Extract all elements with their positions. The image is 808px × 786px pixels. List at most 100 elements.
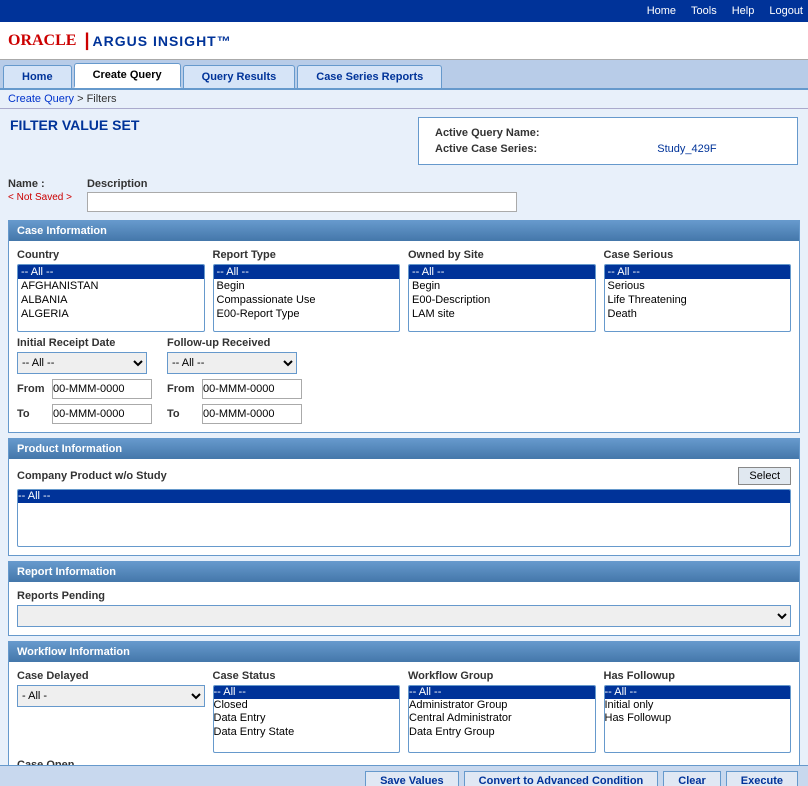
followup-received-label: Follow-up Received	[167, 337, 302, 349]
followup-received-select[interactable]: -- All --	[167, 352, 297, 374]
product-header-row: Company Product w/o Study Select	[17, 467, 791, 485]
oracle-logo: ORACLE	[8, 32, 76, 50]
report-type-label: Report Type	[213, 249, 401, 261]
tab-home[interactable]: Home	[3, 65, 72, 88]
report-information-body: Reports Pending	[9, 582, 799, 635]
case-status-label: Case Status	[213, 670, 401, 682]
page-title-area: FILTER VALUE SET Active Query Name: Acti…	[0, 109, 808, 173]
followup-from-input[interactable]	[202, 379, 302, 399]
nav-help[interactable]: Help	[732, 5, 755, 17]
case-information-header: Case Information	[9, 221, 799, 241]
reports-pending-label: Reports Pending	[17, 590, 791, 602]
nav-logout[interactable]: Logout	[769, 5, 803, 17]
case-status-listbox[interactable]: -- All -- Closed Data Entry Data Entry S…	[213, 685, 401, 753]
case-status-col: Case Status -- All -- Closed Data Entry …	[213, 670, 401, 753]
followup-to-label: To	[167, 408, 197, 420]
breadcrumb-separator: >	[77, 93, 86, 105]
save-values-button[interactable]: Save Values	[365, 771, 459, 786]
name-field-group: Name : < Not Saved >	[8, 178, 72, 203]
owned-by-site-listbox[interactable]: -- All -- Begin E00-Description LAM site	[408, 264, 596, 332]
product-listbox[interactable]: -- All --	[17, 489, 791, 547]
nav-tools[interactable]: Tools	[691, 5, 717, 17]
active-query-box: Active Query Name: Active Case Series: S…	[418, 117, 798, 165]
has-followup-listbox[interactable]: -- All -- Initial only Has Followup	[604, 685, 792, 753]
workflow-information-body: Case Delayed - All - Case Status -- All …	[9, 662, 799, 765]
owned-by-site-col: Owned by Site -- All -- Begin E00-Descri…	[408, 249, 596, 332]
case-serious-listbox[interactable]: -- All -- Serious Life Threatening Death	[604, 264, 792, 332]
tab-query-results[interactable]: Query Results	[183, 65, 296, 88]
top-navigation: Home Tools Help Logout	[0, 0, 808, 22]
initial-receipt-from-input[interactable]	[52, 379, 152, 399]
breadcrumb-current: Filters	[87, 93, 117, 105]
initial-receipt-date-select[interactable]: -- All --	[17, 352, 147, 374]
active-query-name-label: Active Query Name:	[431, 126, 651, 140]
initial-receipt-from-label: From	[17, 383, 47, 395]
followup-from-label: From	[167, 383, 197, 395]
active-query-name-value	[653, 126, 785, 140]
breadcrumb: Create Query > Filters	[0, 90, 808, 109]
case-delayed-select[interactable]: - All -	[17, 685, 205, 707]
country-label: Country	[17, 249, 205, 261]
has-followup-col: Has Followup -- All -- Initial only Has …	[604, 670, 792, 753]
clear-button[interactable]: Clear	[663, 771, 721, 786]
case-delayed-col: Case Delayed - All -	[17, 670, 205, 753]
report-information-header: Report Information	[9, 562, 799, 582]
tab-create-query[interactable]: Create Query	[74, 63, 181, 88]
active-case-series-label: Active Case Series:	[431, 142, 651, 156]
argus-logo: ARGUS INSIGHT™	[93, 33, 232, 49]
product-information-section: Product Information Company Product w/o …	[8, 438, 800, 556]
followup-from-row: From	[167, 379, 302, 399]
report-type-listbox[interactable]: -- All -- Begin Compassionate Use E00-Re…	[213, 264, 401, 332]
workflow-group-col: Workflow Group -- All -- Administrator G…	[408, 670, 596, 753]
case-information-body: Country -- All -- AFGHANISTAN ALBANIA AL…	[9, 241, 799, 432]
initial-receipt-date-label: Initial Receipt Date	[17, 337, 152, 349]
followup-received-group: Follow-up Received -- All -- From To	[167, 337, 302, 424]
case-serious-label: Case Serious	[604, 249, 792, 261]
date-row: Initial Receipt Date -- All -- From To	[17, 337, 791, 424]
product-information-body: Company Product w/o Study Select -- All …	[9, 459, 799, 555]
app-header: ORACLE | ARGUS INSIGHT™	[0, 22, 808, 60]
select-button[interactable]: Select	[738, 467, 791, 485]
followup-to-row: To	[167, 404, 302, 424]
tab-case-series-reports[interactable]: Case Series Reports	[297, 65, 442, 88]
initial-receipt-to-input[interactable]	[52, 404, 152, 424]
workflow-information-section: Workflow Information Case Delayed - All …	[8, 641, 800, 765]
tab-bar: Home Create Query Query Results Case Ser…	[0, 60, 808, 90]
case-information-section: Case Information Country -- All -- AFGHA…	[8, 220, 800, 433]
description-field-group: Description	[87, 178, 517, 212]
owned-by-site-label: Owned by Site	[408, 249, 596, 261]
initial-receipt-from-row: From	[17, 379, 152, 399]
workflow-group-label: Workflow Group	[408, 670, 596, 682]
description-label: Description	[87, 178, 517, 190]
name-desc-row: Name : < Not Saved > Description	[8, 178, 800, 212]
nav-home[interactable]: Home	[647, 5, 676, 17]
convert-to-advanced-button[interactable]: Convert to Advanced Condition	[464, 771, 659, 786]
main-content: Name : < Not Saved > Description Case In…	[0, 173, 808, 765]
name-sub-label: < Not Saved >	[8, 192, 72, 203]
reports-pending-select[interactable]	[17, 605, 791, 627]
name-label: Name :	[8, 178, 72, 190]
country-col: Country -- All -- AFGHANISTAN ALBANIA AL…	[17, 249, 205, 332]
initial-receipt-date-group: Initial Receipt Date -- All -- From To	[17, 337, 152, 424]
has-followup-label: Has Followup	[604, 670, 792, 682]
active-case-series-value: Study_429F	[653, 142, 785, 156]
workflow-grid-top: Case Delayed - All - Case Status -- All …	[17, 670, 791, 753]
action-bar: Save Values Convert to Advanced Conditio…	[0, 765, 808, 786]
case-serious-col: Case Serious -- All -- Serious Life Thre…	[604, 249, 792, 332]
workflow-group-listbox[interactable]: -- All -- Administrator Group Central Ad…	[408, 685, 596, 753]
report-information-section: Report Information Reports Pending	[8, 561, 800, 636]
product-information-header: Product Information	[9, 439, 799, 459]
workflow-information-header: Workflow Information	[9, 642, 799, 662]
breadcrumb-link[interactable]: Create Query	[8, 93, 74, 105]
initial-receipt-to-row: To	[17, 404, 152, 424]
company-product-label: Company Product w/o Study	[17, 470, 167, 482]
followup-to-input[interactable]	[202, 404, 302, 424]
case-info-grid: Country -- All -- AFGHANISTAN ALBANIA AL…	[17, 249, 791, 332]
page-title: FILTER VALUE SET	[10, 117, 408, 133]
description-input[interactable]	[87, 192, 517, 212]
pipe-divider: |	[84, 30, 89, 51]
execute-button[interactable]: Execute	[726, 771, 798, 786]
case-delayed-label: Case Delayed	[17, 670, 205, 682]
country-listbox[interactable]: -- All -- AFGHANISTAN ALBANIA ALGERIA	[17, 264, 205, 332]
report-type-col: Report Type -- All -- Begin Compassionat…	[213, 249, 401, 332]
